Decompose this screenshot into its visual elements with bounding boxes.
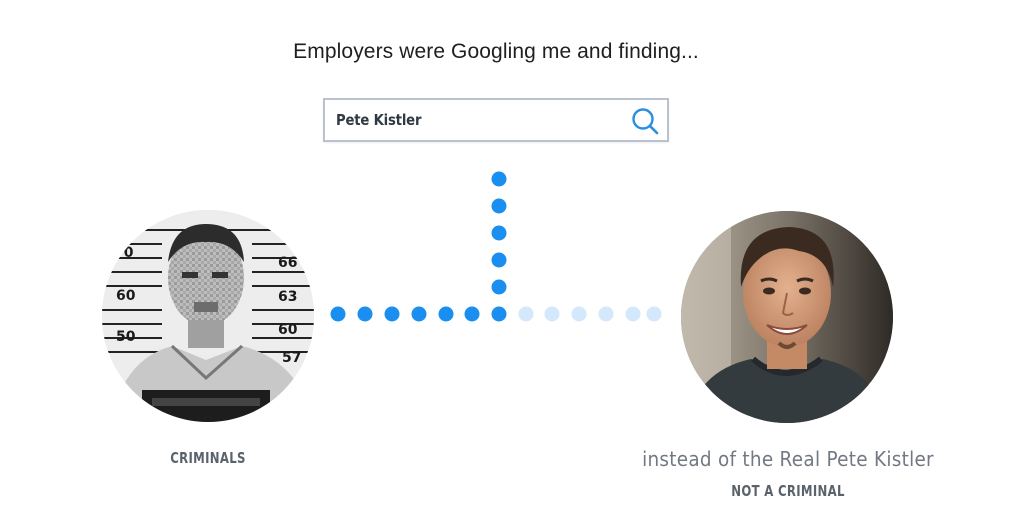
headline: Employers were Googling me and finding..… <box>293 40 699 63</box>
svg-text:57: 57 <box>282 350 301 366</box>
vertical-dots <box>491 171 507 295</box>
mugshot-image: 70 66 60 63 60 50 57 <box>102 210 314 422</box>
dot <box>357 306 373 322</box>
label-criminals: CRIMINALS <box>170 449 246 467</box>
real-person-image <box>681 211 893 423</box>
svg-text:70: 70 <box>114 245 134 261</box>
dot <box>571 306 587 322</box>
dot <box>330 306 346 322</box>
horizontal-dots-active <box>330 306 507 322</box>
svg-text:60: 60 <box>278 322 298 338</box>
dot <box>491 306 507 322</box>
label-instead: instead of the Real Pete Kistler <box>642 447 934 471</box>
dot <box>411 306 427 322</box>
svg-text:66: 66 <box>278 255 297 271</box>
dot <box>518 306 534 322</box>
dot <box>491 171 507 187</box>
dot <box>491 252 507 268</box>
svg-text:50: 50 <box>116 329 136 345</box>
dot <box>464 306 480 322</box>
svg-text:60: 60 <box>116 288 136 304</box>
search-input-value[interactable]: Pete Kistler <box>336 111 627 129</box>
dot <box>438 306 454 322</box>
dot <box>491 279 507 295</box>
label-not-a-criminal: NOT A CRIMINAL <box>731 482 845 500</box>
dot <box>384 306 400 322</box>
svg-text:63: 63 <box>278 289 297 305</box>
search-box[interactable]: Pete Kistler <box>323 98 669 142</box>
dot <box>491 198 507 214</box>
dot <box>646 306 662 322</box>
mugshot-photo: 70 66 60 63 60 50 57 <box>102 210 314 422</box>
dot <box>491 225 507 241</box>
dot <box>598 306 614 322</box>
dot <box>544 306 560 322</box>
search-icon[interactable] <box>630 106 660 136</box>
dot <box>625 306 641 322</box>
real-person-photo <box>681 211 893 423</box>
horizontal-dots-faded <box>518 306 662 322</box>
